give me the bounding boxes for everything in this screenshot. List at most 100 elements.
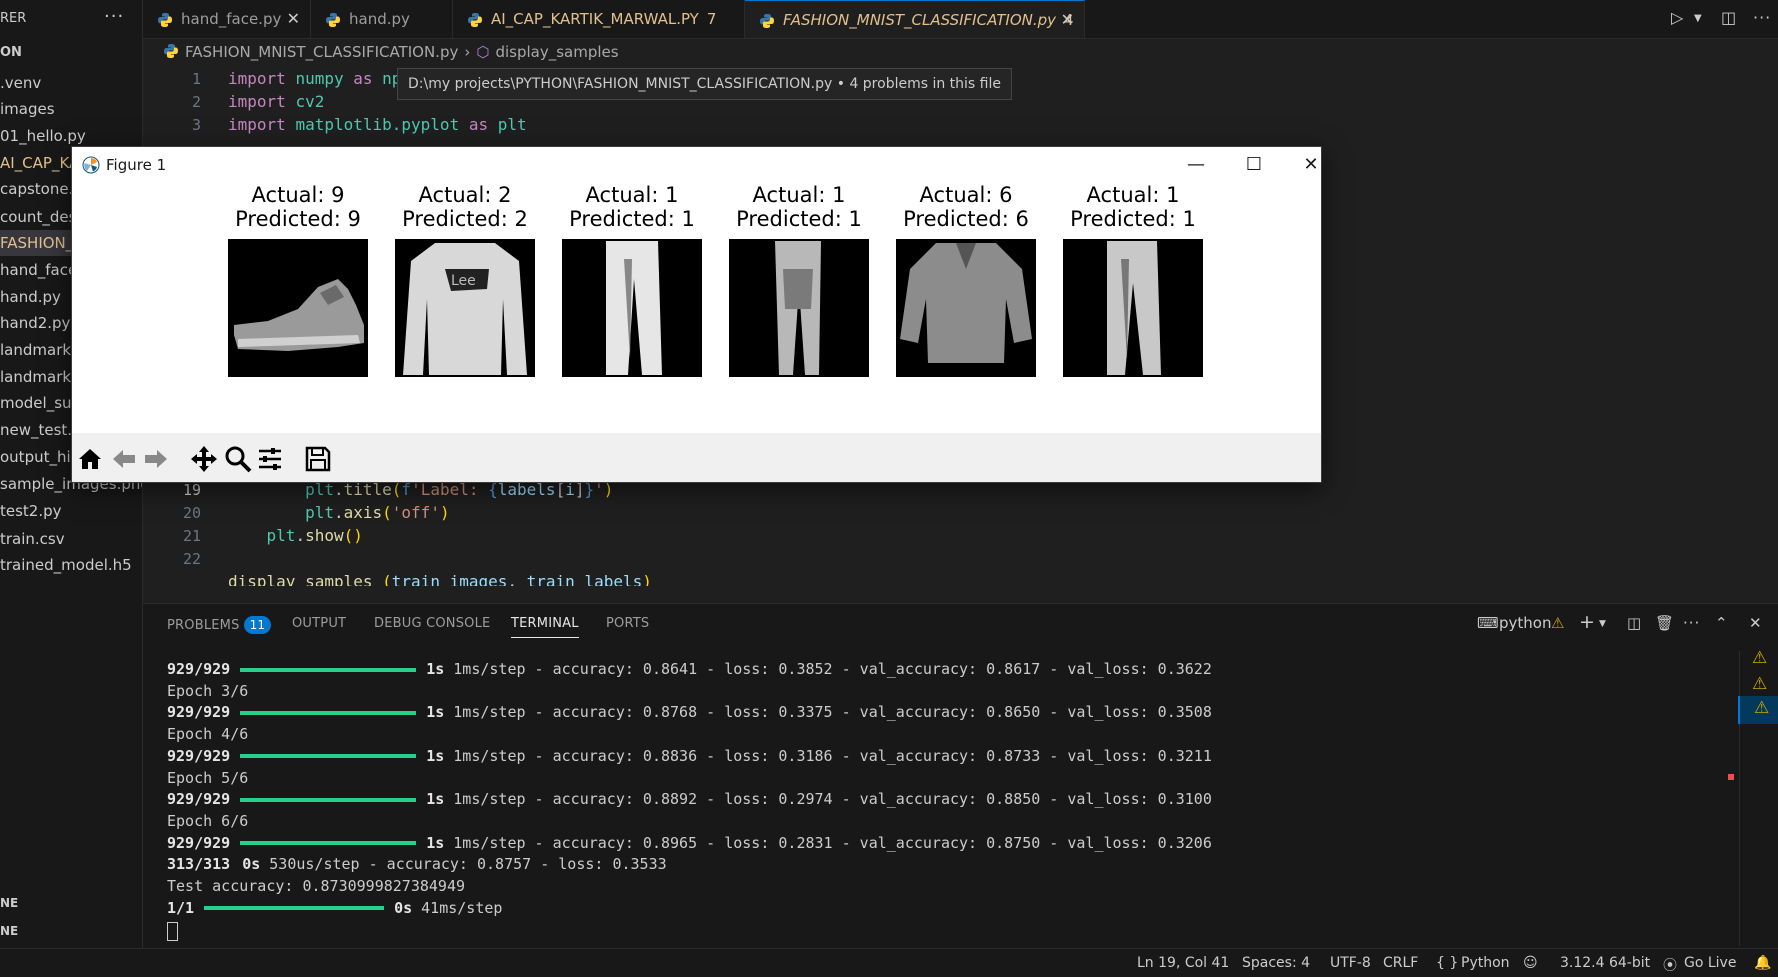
sidebar-file-item[interactable]: train.csv: [0, 526, 142, 552]
more-actions-icon[interactable]: ···: [1683, 614, 1700, 632]
breadcrumb-file[interactable]: FASHION_MNIST_CLASSIFICATION.py: [185, 43, 458, 61]
shirt-image: [896, 239, 1036, 377]
sample-panel: Actual: 1 Predicted: 1: [729, 183, 869, 377]
split-terminal-icon[interactable]: ◫: [1627, 614, 1641, 632]
save-icon[interactable]: [304, 445, 332, 473]
sidebar-file-item[interactable]: .venv: [0, 70, 142, 96]
pan-icon[interactable]: [190, 445, 218, 473]
code-line: display_samples (train_images, train_lab…: [228, 572, 652, 586]
outline-section[interactable]: NE: [0, 896, 18, 910]
sidebar-file-item[interactable]: images: [0, 96, 142, 122]
more-actions-icon[interactable]: ···: [104, 6, 124, 27]
cursor-position[interactable]: Ln 19, Col 41: [1137, 955, 1229, 971]
copilot-icon[interactable]: ☺: [1523, 955, 1538, 971]
metrics-text: 41ms/step: [421, 898, 503, 917]
more-actions-icon[interactable]: ···: [1753, 8, 1771, 27]
tab-label: PROBLEMS: [167, 618, 240, 633]
close-tab-icon[interactable]: ✕: [1061, 1, 1074, 39]
actual-label: Actual: 2: [418, 183, 512, 207]
tab-output[interactable]: OUTPUT: [292, 616, 346, 631]
tab-terminal[interactable]: TERMINAL: [511, 616, 579, 638]
braces-icon: { }: [1436, 955, 1459, 971]
step-time: 1s: [426, 746, 445, 765]
run-icon[interactable]: ▷: [1671, 8, 1683, 27]
line-number: 3: [191, 116, 201, 134]
terminal-line: Epoch 4/6: [167, 725, 249, 744]
language-mode[interactable]: Python: [1461, 955, 1510, 971]
add-terminal-icon[interactable]: +: [1579, 611, 1595, 633]
tab-ports[interactable]: PORTS: [606, 616, 649, 631]
go-live-button[interactable]: Go Live: [1684, 955, 1736, 971]
metrics-text: 1ms/step - accuracy: 0.8892 - loss: 0.29…: [453, 790, 1212, 809]
step-count: 929/929: [167, 746, 231, 765]
line-number: 22: [182, 550, 201, 568]
tab-debug-console[interactable]: DEBUG CONSOLE: [374, 616, 490, 631]
tab-ai-cap[interactable]: AI_CAP_KARTIK_MARWAL.PY 7: [453, 0, 745, 38]
pullover-image: Lee: [395, 239, 535, 377]
close-tab-icon[interactable]: ✕: [287, 0, 300, 38]
terminal-line: 313/313 0s 530us/step - accuracy: 0.8757 -…: [167, 855, 667, 873]
trash-icon[interactable]: 🗑: [1655, 614, 1674, 632]
sidebar-file-item[interactable]: test2.py: [0, 498, 142, 524]
close-icon[interactable]: ✕: [1288, 151, 1334, 179]
timeline-section[interactable]: NE: [0, 924, 18, 938]
sample-panel: Actual: 1 Predicted: 1: [1063, 183, 1203, 377]
step-time: 0s: [242, 855, 261, 874]
scrollbar-marker: [1728, 774, 1734, 780]
configure-subplots-icon[interactable]: [256, 445, 284, 473]
chevron-down-icon[interactable]: ▼: [1599, 619, 1606, 629]
tab-label: hand_face.py: [181, 10, 282, 28]
step-count: 313/313: [167, 855, 231, 874]
maximize-icon[interactable]: ☐: [1231, 151, 1277, 179]
tab-problems[interactable]: PROBLEMS 11: [167, 616, 272, 634]
step-time: 1s: [426, 833, 445, 852]
close-panel-icon[interactable]: ✕: [1749, 614, 1762, 632]
minimize-icon[interactable]: —: [1173, 151, 1219, 179]
sample-panel: Actual: 2 Predicted: 2 Lee: [395, 183, 535, 377]
python-version[interactable]: 3.12.4 64-bit: [1560, 955, 1650, 971]
terminal-icon: ⌨: [1477, 614, 1499, 632]
tab-fashion-mnist[interactable]: FASHION_MNIST_CLASSIFICATION.py 4 ✕: [745, 0, 1085, 38]
terminal-line: Epoch 3/6: [167, 681, 249, 700]
line-ending[interactable]: CRLF: [1383, 955, 1418, 971]
figure-toolbar: [72, 433, 1321, 482]
progress-bar: [240, 841, 417, 846]
chevron-down-icon[interactable]: ▼: [1694, 13, 1702, 24]
step-count: 929/929: [167, 660, 231, 678]
back-icon[interactable]: [110, 445, 138, 473]
metrics-text: 1ms/step - accuracy: 0.8965 - loss: 0.28…: [453, 833, 1212, 852]
warning-icon: ⚠: [1551, 614, 1565, 632]
matplotlib-figure-window[interactable]: Figure 1 — ☐ ✕ Actual: 9 Predicted: 9 Ac…: [71, 146, 1322, 483]
tab-hand-face[interactable]: hand_face.py ✕: [143, 0, 311, 38]
status-bar: Ln 19, Col 41 Spaces: 4 UTF-8 CRLF { } P…: [0, 948, 1778, 977]
split-editor-icon[interactable]: ◫: [1721, 8, 1736, 27]
sample-panel: Actual: 6 Predicted: 6: [896, 183, 1036, 377]
maximize-panel-icon[interactable]: ⌃: [1715, 614, 1728, 632]
metrics-text: 530us/step - accuracy: 0.8757 - loss: 0.…: [269, 855, 667, 874]
predicted-label: Predicted: 1: [569, 207, 695, 231]
tab-hand[interactable]: hand.py: [311, 0, 453, 38]
warning-icon: ⚠: [1754, 698, 1770, 718]
trouser-image: [562, 239, 702, 377]
progress-bar: [240, 667, 417, 672]
terminal-name[interactable]: python: [1499, 614, 1551, 632]
terminal-line: 1/1 0s 41ms/step: [167, 899, 502, 917]
forward-icon[interactable]: [142, 445, 170, 473]
indentation[interactable]: Spaces: 4: [1242, 955, 1310, 971]
workspace-folder[interactable]: ON: [0, 45, 22, 60]
warning-icon[interactable]: ⚠: [1752, 648, 1767, 668]
warning-icon[interactable]: ⚠: [1752, 674, 1767, 694]
encoding[interactable]: UTF-8: [1330, 955, 1371, 971]
notifications-icon[interactable]: 🔔: [1754, 955, 1771, 971]
selected-terminal-item[interactable]: ⚠: [1738, 696, 1778, 724]
figure-titlebar[interactable]: Figure 1 — ☐ ✕: [72, 147, 1321, 183]
home-icon[interactable]: [76, 445, 104, 473]
problems-badge: 11: [243, 616, 272, 634]
zoom-icon[interactable]: [224, 445, 252, 473]
step-count: 929/929: [167, 833, 231, 852]
sidebar-file-item[interactable]: trained_model.h5: [0, 552, 142, 578]
actual-label: Actual: 1: [752, 183, 846, 207]
breadcrumb-symbol[interactable]: display_samples: [495, 43, 618, 61]
step-time: 1s: [426, 703, 445, 722]
metrics-text: 1ms/step - accuracy: 0.8836 - loss: 0.31…: [453, 746, 1212, 765]
